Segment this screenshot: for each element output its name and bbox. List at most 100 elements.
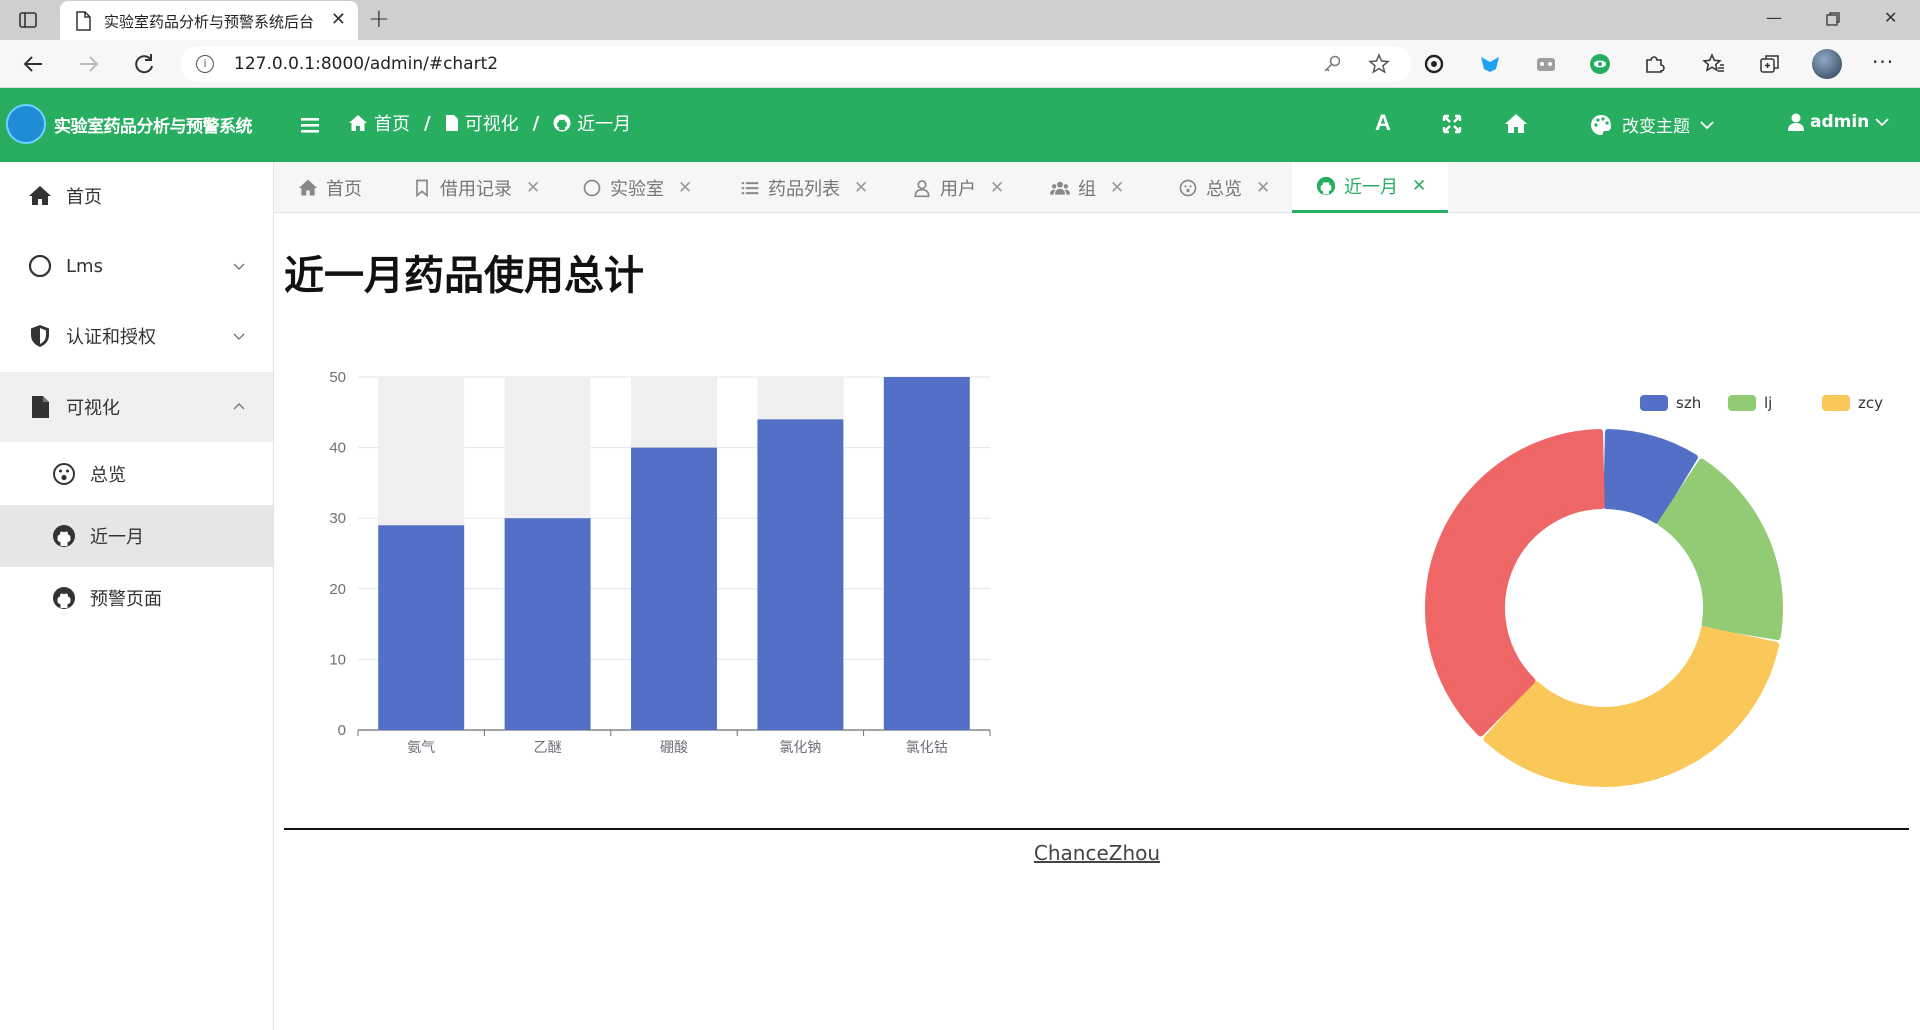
page-tabs: 首页 借用记录 ✕ 实验室 ✕ 药品列表 ✕ 用户 ✕ 组 ✕ 总览 ✕ 近一月…: [274, 162, 1920, 213]
back-icon[interactable]: [20, 50, 48, 78]
sidebar: 首页 Lms 认证和授权 可视化 总览 近一月 预警页面: [0, 162, 274, 1030]
tab-overview[interactable]: 总览 ✕: [1154, 162, 1286, 213]
more-menu-icon[interactable]: ···: [1872, 50, 1894, 74]
add-favorite-icon[interactable]: [1368, 53, 1392, 75]
y-tick-label: 10: [329, 651, 346, 668]
restore-icon[interactable]: [1826, 12, 1840, 26]
user-icon: [914, 179, 930, 197]
bar: [378, 525, 465, 730]
close-tab-icon[interactable]: ✕: [1256, 178, 1270, 198]
menu-toggle-icon[interactable]: [300, 114, 320, 136]
chevron-up-icon: [233, 403, 245, 410]
url-text: 127.0.0.1:8000/admin/#chart2: [234, 54, 499, 74]
sidebar-item-label: 认证和授权: [66, 327, 156, 348]
sidebar-subitem-overview[interactable]: 总览: [0, 443, 273, 505]
tab-label: 近一月: [1344, 177, 1398, 198]
tab-laboratory[interactable]: 实验室 ✕: [558, 162, 710, 213]
logo: [6, 104, 46, 144]
tab-drug-list[interactable]: 药品列表 ✕: [716, 162, 886, 213]
bar-chart: 0 10 20 30 40 50 氨气 乙醚 硼酸 氯化钠 氯化钴: [329, 369, 991, 756]
sidebar-item-home[interactable]: 首页: [0, 162, 273, 230]
new-tab-icon[interactable]: +: [368, 4, 390, 34]
tab-borrow-records[interactable]: 借用记录 ✕: [388, 162, 558, 213]
tab-label: 药品列表: [768, 178, 840, 200]
tab-actions-icon[interactable]: [18, 10, 38, 30]
user-label: admin: [1810, 112, 1870, 132]
x-tick-label: 氯化钠: [779, 740, 821, 756]
close-tab-icon[interactable]: ✕: [331, 9, 346, 30]
x-tick-label: 乙醚: [534, 740, 562, 756]
font-size-icon[interactable]: A: [1375, 110, 1399, 135]
chevron-down-icon: [1875, 118, 1889, 127]
address-bar: i 127.0.0.1:8000/admin/#chart2 ···: [0, 40, 1920, 88]
ext-game-icon[interactable]: [1534, 52, 1558, 76]
key-icon[interactable]: [1322, 54, 1342, 74]
ext-bird-icon[interactable]: [1478, 52, 1502, 76]
theme-label: 改变主题: [1622, 117, 1690, 137]
github-icon: [53, 587, 75, 609]
github-icon: [1316, 176, 1336, 196]
chevron-down-icon: [233, 333, 245, 340]
collections-icon[interactable]: [1758, 52, 1782, 76]
profile-avatar[interactable]: [1812, 49, 1842, 79]
forward-icon[interactable]: [74, 50, 102, 78]
breadcrumb-item[interactable]: 首页: [374, 110, 410, 136]
page-title: 近一月药品使用总计: [284, 253, 644, 299]
sidebar-item-lms[interactable]: Lms: [0, 232, 273, 300]
tab-label: 总览: [1206, 178, 1242, 200]
close-tab-icon[interactable]: ✕: [526, 178, 540, 198]
fullscreen-icon[interactable]: [1440, 112, 1464, 136]
close-tab-icon[interactable]: ✕: [1412, 176, 1426, 196]
sidebar-item-label: Lms: [66, 255, 103, 277]
legend-swatch: [1822, 395, 1850, 411]
browser-tab[interactable]: 实验室药品分析与预警系统后台 ✕: [60, 1, 358, 40]
footer-author-link[interactable]: ChanceZhou: [274, 841, 1920, 865]
legend-label: szh: [1676, 394, 1701, 412]
tab-label: 首页: [326, 178, 362, 200]
extensions-icon[interactable]: [1642, 52, 1666, 76]
refresh-icon[interactable]: [130, 50, 158, 78]
users-icon: [1050, 181, 1070, 195]
tab-last-month[interactable]: 近一月 ✕: [1292, 162, 1448, 213]
user-icon: [1788, 113, 1804, 131]
x-tick-label: 氨气: [407, 740, 435, 756]
file-icon: [445, 115, 458, 131]
tab-groups[interactable]: 组 ✕: [1026, 162, 1150, 213]
tab-home[interactable]: 首页: [274, 162, 384, 213]
browser-tab-title: 实验室药品分析与预警系统后台: [104, 13, 315, 31]
close-tab-icon[interactable]: ✕: [990, 178, 1004, 198]
main-content: 近一月药品使用总计 0 10 20 30 40 50 氨气 乙醚 硼酸 氯化钠 氯化钴 szh lj z…: [274, 213, 1920, 1030]
sidebar-item-auth[interactable]: 认证和授权: [0, 302, 273, 370]
close-tab-icon[interactable]: ✕: [854, 178, 868, 198]
browser-tabstrip: 实验室药品分析与预警系统后台 ✕ + — ✕: [0, 0, 1920, 40]
home-icon[interactable]: [1504, 112, 1528, 136]
file-icon: [32, 396, 49, 418]
legend-label: lj: [1764, 394, 1772, 412]
sidebar-subitem-last-month[interactable]: 近一月: [0, 505, 273, 567]
breadcrumb-item[interactable]: 可视化: [465, 110, 519, 136]
home-icon: [29, 186, 51, 205]
ext-eye-icon[interactable]: [1588, 52, 1612, 76]
sidebar-subitem-label: 总览: [90, 465, 126, 486]
url-field[interactable]: i 127.0.0.1:8000/admin/#chart2: [180, 46, 1412, 82]
y-tick-label: 30: [329, 510, 346, 527]
theme-dropdown[interactable]: 改变主题: [1590, 112, 1714, 137]
y-tick-label: 0: [338, 722, 346, 739]
breadcrumb-item-current: 近一月: [577, 114, 632, 135]
sidebar-item-visualization[interactable]: 可视化: [0, 372, 273, 442]
divider: [284, 828, 1909, 830]
close-tab-icon[interactable]: ✕: [1110, 178, 1124, 198]
tab-users[interactable]: 用户 ✕: [888, 162, 1022, 213]
minimize-icon[interactable]: —: [1766, 8, 1782, 27]
ext-refresh-icon[interactable]: [1422, 52, 1446, 76]
sidebar-subitem-warning[interactable]: 预警页面: [0, 567, 273, 629]
close-window-icon[interactable]: ✕: [1884, 8, 1897, 27]
favorites-icon[interactable]: [1702, 52, 1726, 76]
palette-icon: [1591, 114, 1611, 135]
close-tab-icon[interactable]: ✕: [678, 178, 692, 198]
x-tick-label: 硼酸: [660, 740, 688, 756]
user-dropdown[interactable]: admin: [1788, 112, 1889, 132]
y-tick-label: 40: [329, 440, 346, 457]
site-info-icon[interactable]: i: [196, 55, 214, 73]
surprise-face-icon: [1179, 179, 1197, 196]
